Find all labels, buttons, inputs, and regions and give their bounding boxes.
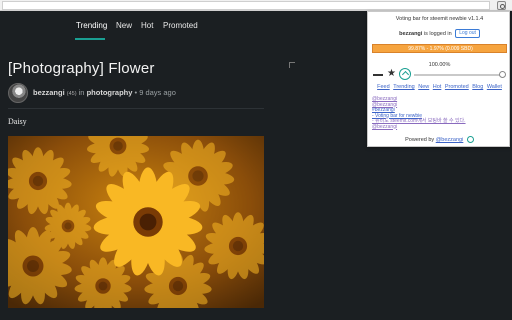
login-user: bezzangi [399, 30, 423, 37]
post-author[interactable]: bezzangi [33, 88, 65, 97]
slider-knob-handle[interactable] [499, 71, 506, 78]
link-new[interactable]: New [418, 84, 429, 90]
popup-links: Feed Trending New Hot Promoted Blog Wall… [368, 84, 511, 90]
logout-button[interactable]: Log out [455, 29, 480, 38]
author-reputation: (45) [66, 91, 77, 97]
address-bar[interactable] [2, 1, 490, 10]
post-age: • 9 days ago [134, 88, 176, 97]
upvote-mini-icon [466, 136, 474, 143]
flower-photo [8, 136, 264, 308]
powered-link[interactable]: @bezzangi [436, 137, 464, 143]
nav-trending[interactable]: Trending [76, 21, 107, 30]
voting-bar-popup: Voting bar for steemit newbie v1.1.4 bez… [367, 11, 510, 147]
post-title: [Photography] Flower [8, 60, 155, 77]
corner-icon [289, 62, 295, 68]
upvote-icon[interactable] [399, 68, 411, 80]
link-wallet[interactable]: Wallet [487, 84, 502, 90]
link-hot[interactable]: Hot [433, 84, 442, 90]
post-category[interactable]: photography [87, 88, 133, 97]
link-feed[interactable]: Feed [377, 84, 390, 90]
popup-title: Voting bar for steemit newbie v1.1.4 [395, 16, 484, 22]
voting-power-bar: 99.87% - 1.97% (0.009 SBD) [372, 44, 507, 53]
nav-active-indicator [75, 38, 105, 40]
voting-power-text: 99.87% - 1.97% (0.009 SBD) [408, 46, 473, 52]
nav-promoted[interactable]: Promoted [163, 21, 198, 30]
login-text: is logged in [423, 30, 452, 37]
divider [8, 108, 264, 109]
link-trending[interactable]: Trending [393, 84, 415, 90]
post-meta: bezzangi (45) in photography • 9 days ag… [33, 88, 176, 97]
browser-toolbar [0, 0, 512, 11]
popup-line[interactable]: @bezzangi [372, 124, 507, 131]
vote-weight-slider[interactable] [414, 74, 502, 76]
link-promoted[interactable]: Promoted [445, 84, 469, 90]
minus-icon[interactable] [373, 74, 383, 76]
login-status: bezzangi is logged in Log out [368, 29, 511, 38]
in-label: in [78, 88, 85, 97]
nav-new[interactable]: New [116, 21, 132, 30]
nav-hot[interactable]: Hot [141, 21, 153, 30]
avatar[interactable] [8, 83, 28, 103]
extension-icon[interactable] [497, 1, 506, 10]
star-icon[interactable]: ★ [387, 69, 396, 79]
popup-text-lines: @bezzangi @bezzangi #bezzangi - Voting b… [372, 96, 507, 131]
post-body: Daisy [8, 117, 27, 126]
link-blog[interactable]: Blog [472, 84, 483, 90]
powered-label: Powered by [405, 136, 435, 143]
powered-by: Powered by @bezzangi [368, 136, 511, 143]
